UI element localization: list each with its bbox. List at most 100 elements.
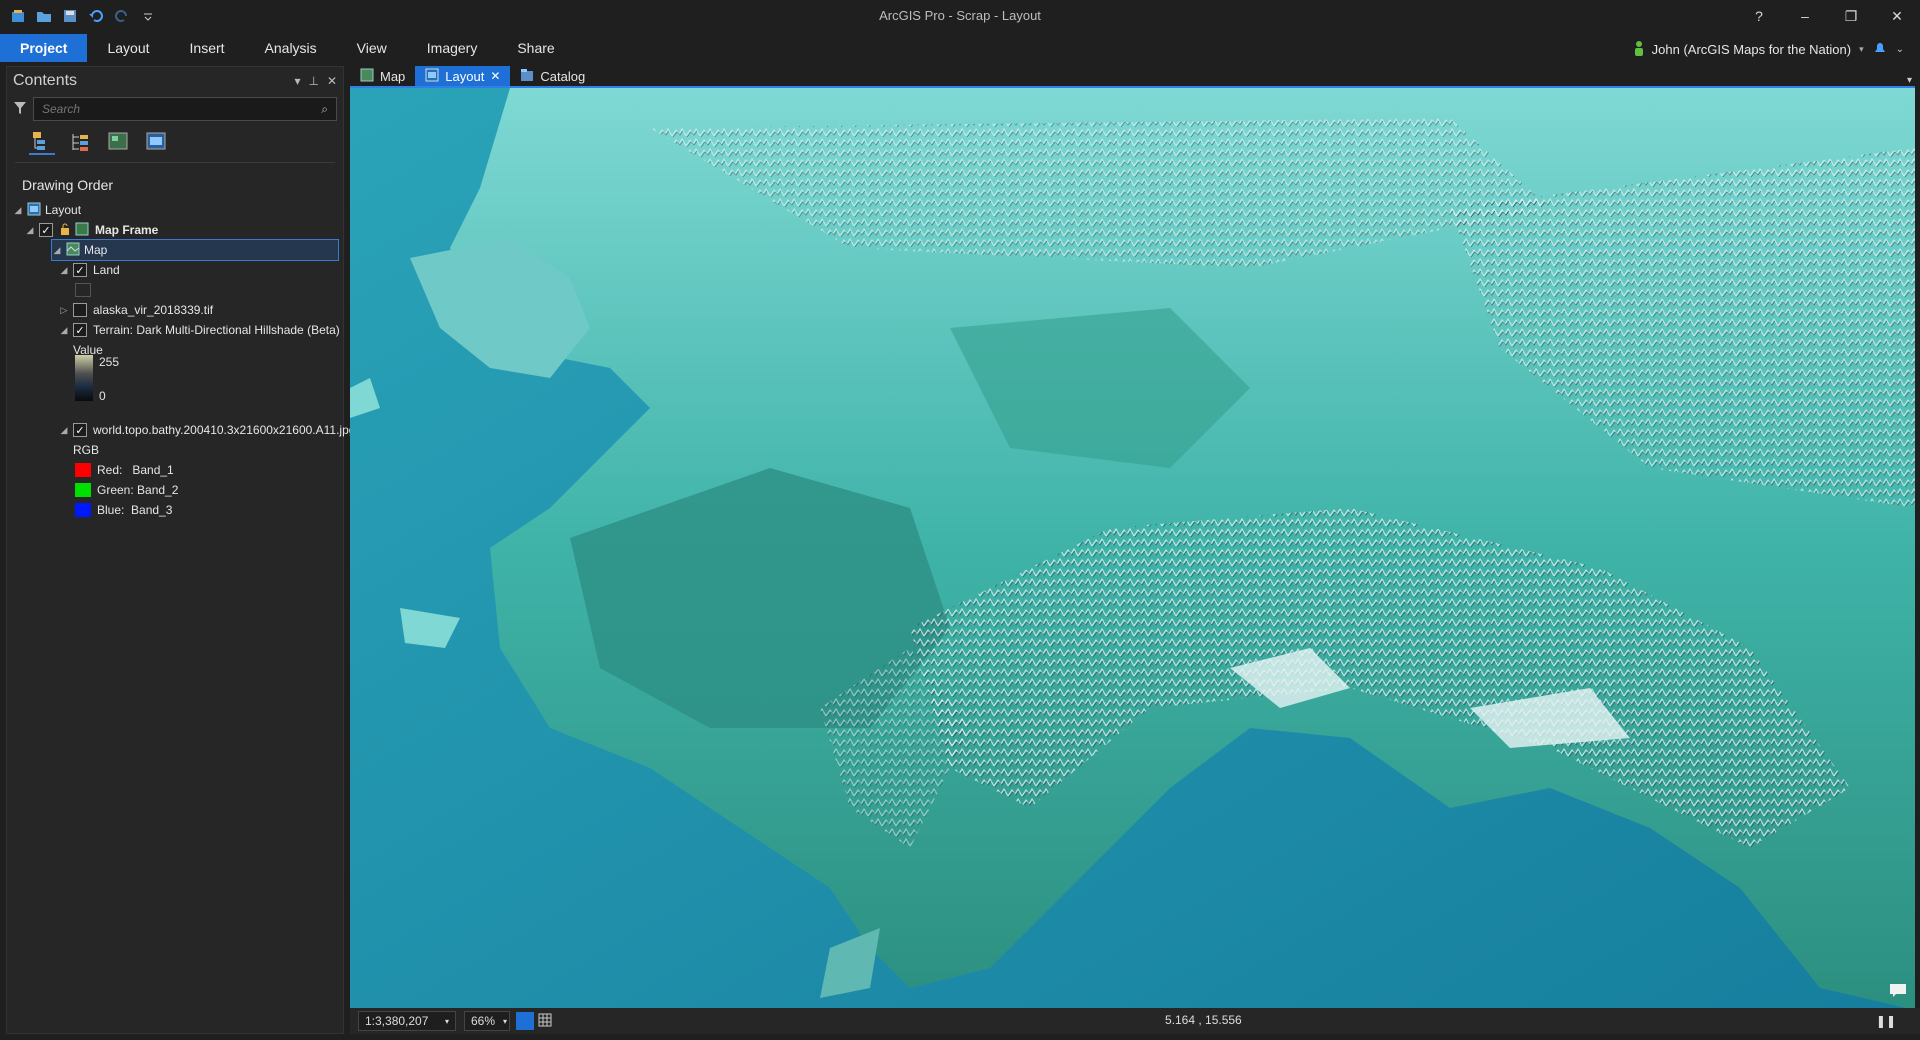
visibility-checkbox[interactable]: ✓ (73, 323, 87, 337)
list-by-source-icon[interactable] (67, 129, 93, 155)
color-ramp (75, 355, 93, 401)
redo-icon[interactable] (112, 6, 132, 26)
tab-label: Layout (445, 68, 485, 84)
tree-item-land[interactable]: ◢ ✓ Land (59, 259, 120, 281)
pause-icon[interactable]: ❚❚ (1876, 1014, 1896, 1028)
ramp-min-label: 0 (99, 389, 106, 403)
red-swatch (75, 463, 91, 477)
legend-green[interactable]: Green: Band_2 (75, 479, 178, 501)
tab-project[interactable]: Project (0, 34, 88, 62)
layer-tree: ◢ Layout ◢ ✓ Map Frame ◢ Map ◢ ✓ Land ▷ … (7, 199, 355, 521)
tab-layout-doc[interactable]: Layout ✕ (415, 66, 511, 86)
map-frame-icon (75, 222, 89, 239)
project-icon[interactable] (8, 6, 28, 26)
tree-item-world-topo[interactable]: ◢ ✓ world.topo.bathy.200410.3x21600x2160… (59, 419, 355, 441)
open-folder-icon[interactable] (34, 6, 54, 26)
tree-item-terrain[interactable]: ◢ ✓ Terrain: Dark Multi-Directional Hill… (59, 319, 340, 341)
land-symbol[interactable] (75, 279, 91, 301)
search-box[interactable]: ⌕ (33, 97, 337, 121)
search-icon[interactable]: ⌕ (321, 102, 328, 117)
save-icon[interactable] (60, 6, 80, 26)
restore-button[interactable]: ❐ (1828, 0, 1874, 32)
filter-icon[interactable] (13, 101, 27, 118)
visibility-checkbox[interactable] (73, 303, 87, 317)
close-icon[interactable]: ✕ (327, 74, 337, 88)
undo-icon[interactable] (86, 6, 106, 26)
tree-item-map[interactable]: ◢ Map (51, 239, 339, 261)
collapse-arrow-icon[interactable]: ◢ (59, 425, 69, 436)
list-by-editing-icon[interactable] (143, 129, 169, 155)
notification-icon[interactable] (1872, 40, 1888, 59)
collapse-arrow-icon[interactable]: ◢ (25, 225, 35, 236)
tree-item-layout[interactable]: ◢ Layout (13, 199, 81, 221)
green-swatch (75, 483, 91, 497)
tree-item-map-frame[interactable]: ◢ ✓ Map Frame (25, 219, 158, 241)
legend-blue[interactable]: Blue: Band_3 (75, 499, 172, 521)
grid-icon[interactable] (538, 1013, 552, 1030)
list-by-selection-icon[interactable] (105, 129, 131, 155)
user-account[interactable]: John (ArcGIS Maps for the Nation) ▾ ⌄ (1634, 40, 1904, 59)
close-button[interactable]: ✕ (1874, 0, 1920, 32)
contents-title: Contents (13, 72, 78, 89)
pane-menu-icon[interactable]: ▾ (294, 74, 300, 88)
tree-item-label: Map (84, 243, 108, 257)
tab-analysis[interactable]: Analysis (245, 34, 337, 62)
visibility-checkbox[interactable]: ✓ (73, 423, 87, 437)
scale-value: 1:3,380,207 (365, 1014, 429, 1028)
polygon-symbol-icon (75, 283, 91, 297)
chevron-down-icon: ▾ (503, 1016, 508, 1026)
tab-label: Map (380, 68, 406, 84)
catalog-icon (520, 68, 534, 85)
collapse-arrow-icon[interactable]: ◢ (59, 265, 69, 276)
layout-icon (27, 202, 41, 219)
layout-icon (425, 68, 439, 85)
chat-icon[interactable] (1889, 983, 1907, 1000)
collapse-arrow-icon[interactable]: ◢ (52, 245, 62, 256)
chevron-down-icon[interactable]: ⌄ (1896, 44, 1904, 55)
zoom-value: 66% (471, 1014, 496, 1028)
tab-layout[interactable]: Layout (87, 34, 169, 62)
pin-icon[interactable]: ⊥ (308, 74, 318, 88)
search-input[interactable] (42, 102, 322, 116)
tab-imagery[interactable]: Imagery (407, 34, 498, 62)
customize-toolbar-icon[interactable] (138, 6, 158, 26)
contents-pane: Contents ▾ ⊥ ✕ ⌕ Drawing Order ◢ (6, 66, 355, 1034)
app-title: ArcGIS Pro - Scrap - Layout (879, 8, 1041, 23)
tree-item-label: Land (93, 263, 120, 277)
collapse-arrow-icon[interactable]: ◢ (13, 205, 23, 216)
tree-item-alaska-vir[interactable]: ▷ alaska_vir_2018339.tif (59, 299, 213, 321)
quick-access-toolbar (8, 6, 158, 26)
tab-view[interactable]: View (337, 34, 407, 62)
title-bar: ArcGIS Pro - Scrap - Layout ? – ❐ ✕ (0, 0, 1920, 32)
tabs-overflow-icon[interactable]: ▾ (1907, 75, 1912, 86)
tree-item-label: Map Frame (95, 223, 159, 237)
band-label: Blue: Band_3 (97, 503, 173, 517)
tab-catalog[interactable]: Catalog (510, 66, 595, 86)
help-button[interactable]: ? (1736, 0, 1782, 32)
layout-snap-icon[interactable] (516, 1012, 534, 1030)
layout-map-view[interactable] (350, 86, 1915, 1008)
band-label: Red: Band_1 (97, 463, 174, 477)
close-icon[interactable]: ✕ (490, 69, 500, 83)
visibility-checkbox[interactable]: ✓ (73, 263, 87, 277)
lock-icon[interactable] (59, 223, 71, 238)
search-row: ⌕ (7, 95, 343, 123)
collapse-arrow-icon[interactable]: ◢ (59, 325, 69, 336)
chevron-down-icon: ▾ (444, 1016, 449, 1026)
tab-share[interactable]: Share (497, 34, 574, 62)
zoom-selector[interactable]: 66% ▾ (464, 1011, 510, 1031)
window-controls: ? – ❐ ✕ (1736, 0, 1920, 32)
status-bar: 1:3,380,207 ▾ 66% ▾ 5.164 , 15.556 ❚❚ (350, 1008, 1920, 1034)
blue-swatch (75, 503, 91, 517)
hillshade-ramp[interactable]: 255 0 (75, 355, 139, 403)
tab-map[interactable]: Map (350, 66, 415, 86)
list-by-drawing-order-icon[interactable] (29, 129, 55, 155)
scale-selector[interactable]: 1:3,380,207 ▾ (358, 1011, 456, 1031)
ramp-max-label: 255 (99, 355, 120, 369)
ribbon: Project Layout Insert Analysis View Imag… (0, 32, 1920, 64)
tab-insert[interactable]: Insert (170, 34, 245, 62)
visibility-checkbox[interactable]: ✓ (39, 223, 53, 237)
minimize-button[interactable]: – (1782, 0, 1828, 32)
expand-arrow-icon[interactable]: ▷ (59, 305, 69, 316)
legend-red[interactable]: Red: Band_1 (75, 459, 174, 481)
